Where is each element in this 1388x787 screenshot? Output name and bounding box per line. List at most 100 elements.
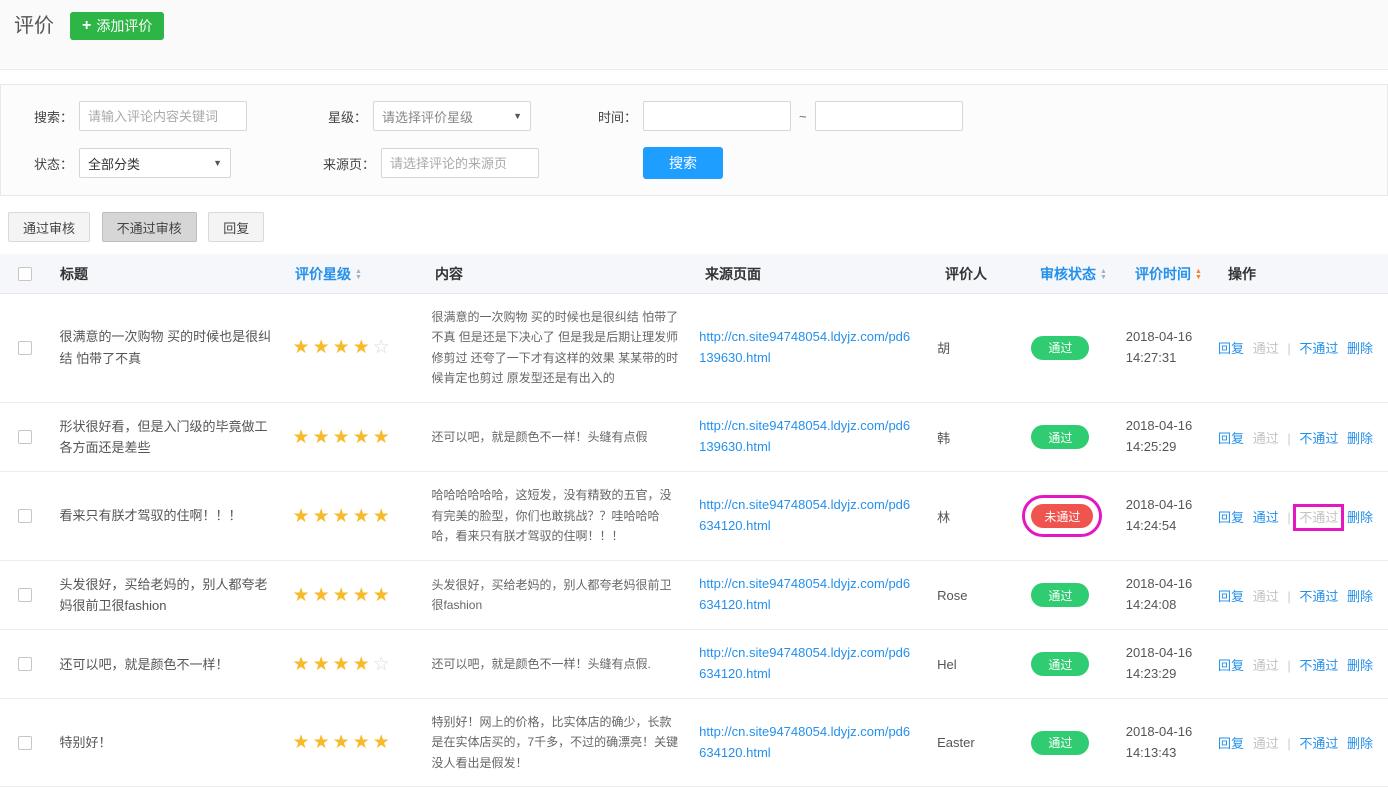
source-cell: http://cn.site94748054.ldyjz.com/pd66341…	[689, 495, 927, 537]
filter-panel: 搜索： 星级： 请选择评价星级 ▼ 时间： ~ 状态： 全部分类	[0, 84, 1388, 196]
header-status-label[interactable]: 审核状态	[1040, 266, 1096, 282]
header-stars-label[interactable]: 评价星级	[295, 266, 351, 282]
header-time-label[interactable]: 评价时间	[1135, 266, 1191, 282]
action-approve-link[interactable]: 通过	[1253, 341, 1279, 356]
add-review-button[interactable]: + 添加评价	[70, 12, 164, 40]
source-input[interactable]	[381, 148, 539, 178]
action-approve-link[interactable]: 通过	[1253, 658, 1279, 673]
time-start-input[interactable]	[643, 101, 791, 131]
source-page-link[interactable]: http://cn.site94748054.ldyjz.com/pd66341…	[699, 574, 917, 616]
review-title: 很满意的一次购物 买的时候也是很纠结 怕带了不真	[60, 329, 272, 365]
review-time: 2018-04-16 14:13:43	[1126, 722, 1198, 764]
action-reply-link[interactable]: 回复	[1218, 736, 1244, 751]
action-separator: |	[1287, 736, 1290, 751]
reviews-page: 评价 + 添加评价 搜索： 星级： 请选择评价星级 ▼ 时间： ~	[0, 0, 1388, 787]
star-filled-icon: ★	[333, 732, 350, 753]
action-approve-link[interactable]: 通过	[1253, 510, 1279, 525]
action-reject-link[interactable]: 不通过	[1299, 510, 1338, 525]
row-checkbox[interactable]	[18, 430, 32, 444]
source-page-link[interactable]: http://cn.site94748054.ldyjz.com/pd66341…	[699, 722, 917, 764]
status-filter-label: 状态：	[15, 154, 73, 173]
page-title: 评价	[14, 12, 54, 40]
review-time: 2018-04-16 14:27:31	[1126, 327, 1198, 369]
row-checkbox[interactable]	[18, 509, 32, 523]
star-filled-icon: ★	[293, 585, 310, 606]
row-checkbox-cell	[0, 341, 50, 355]
status-badge: 通过	[1031, 583, 1089, 607]
star-filled-icon: ★	[333, 585, 350, 606]
action-delete-link[interactable]: 删除	[1347, 736, 1373, 751]
action-reply-link[interactable]: 回复	[1218, 431, 1244, 446]
content-cell: 特别好！网上的价格，比实体店的确少，长款是在实体店买的，7千多，不过的确漂亮！关…	[421, 712, 689, 773]
action-reply-link[interactable]: 回复	[1218, 589, 1244, 604]
row-checkbox-cell	[0, 588, 50, 602]
action-approve-link[interactable]: 通过	[1253, 736, 1279, 751]
action-separator: |	[1287, 658, 1290, 673]
star-filled-icon: ★	[353, 337, 370, 358]
action-approve-link[interactable]: 通过	[1253, 431, 1279, 446]
bulk-approve-button[interactable]: 通过审核	[8, 212, 90, 242]
keyword-input[interactable]	[79, 101, 247, 131]
row-checkbox[interactable]	[18, 657, 32, 671]
actions-cell: 回复 通过 | 不通过 删除	[1208, 507, 1388, 526]
row-checkbox-cell	[0, 657, 50, 671]
actions-cell: 回复 通过 | 不通过 删除	[1208, 586, 1388, 605]
action-reject-link[interactable]: 不通过	[1299, 431, 1338, 446]
time-cell: 2018-04-16 14:27:31	[1116, 327, 1208, 369]
reviewer-name: 林	[937, 510, 950, 525]
sort-icon-time[interactable]: ▲▼	[1195, 269, 1202, 281]
action-delete-link[interactable]: 删除	[1347, 341, 1373, 356]
bulk-reject-button[interactable]: 不通过审核	[102, 212, 197, 242]
sort-icon-stars[interactable]: ▲▼	[355, 269, 362, 281]
star-filled-icon: ★	[313, 654, 330, 675]
action-reply-link[interactable]: 回复	[1218, 341, 1244, 356]
star-rating: ★★★★☆	[293, 658, 393, 673]
bulk-actions-bar: 通过审核 不通过审核 回复	[0, 196, 1388, 254]
star-filled-icon: ★	[353, 654, 370, 675]
status-badge: 通过	[1031, 336, 1089, 360]
select-all-checkbox[interactable]	[18, 267, 32, 281]
action-delete-link[interactable]: 删除	[1347, 589, 1373, 604]
source-page-link[interactable]: http://cn.site94748054.ldyjz.com/pd66341…	[699, 495, 917, 537]
action-reject-link[interactable]: 不通过	[1299, 658, 1338, 673]
source-page-link[interactable]: http://cn.site94748054.ldyjz.com/pd61396…	[699, 416, 917, 458]
star-filled-icon: ★	[373, 506, 390, 527]
content-cell: 头发很好，买给老妈的，别人都夸老妈很前卫很fashion	[421, 575, 689, 616]
action-reject-link[interactable]: 不通过	[1299, 736, 1338, 751]
review-time: 2018-04-16 14:25:29	[1126, 416, 1198, 458]
source-cell: http://cn.site94748054.ldyjz.com/pd66341…	[689, 643, 927, 685]
add-review-label: 添加评价	[96, 16, 152, 36]
star-filled-icon: ★	[333, 427, 350, 448]
action-delete-link[interactable]: 删除	[1347, 431, 1373, 446]
star-filled-icon: ★	[353, 427, 370, 448]
bulk-reply-button[interactable]: 回复	[208, 212, 264, 242]
action-approve-link[interactable]: 通过	[1253, 589, 1279, 604]
row-checkbox[interactable]	[18, 588, 32, 602]
review-title: 还可以吧，就是颜色不一样！	[60, 657, 229, 672]
time-end-input[interactable]	[815, 101, 963, 131]
action-reply-link[interactable]: 回复	[1218, 510, 1244, 525]
status-badge: 未通过	[1031, 504, 1093, 528]
action-delete-link[interactable]: 删除	[1347, 658, 1373, 673]
content-cell: 哈哈哈哈哈哈，这短发，没有精致的五官，没有完美的脸型，你们也敢挑战？？哇哈哈哈哈…	[421, 485, 689, 546]
star-filter-select[interactable]: 请选择评价星级 ▼	[373, 101, 531, 131]
source-page-link[interactable]: http://cn.site94748054.ldyjz.com/pd61396…	[699, 327, 917, 369]
review-table-row: 看来只有朕才驾驭的住啊！！！ ★★★★★ 哈哈哈哈哈哈，这短发，没有精致的五官，…	[0, 472, 1388, 560]
star-rating: ★★★★★	[293, 510, 393, 525]
row-checkbox[interactable]	[18, 341, 32, 355]
action-reject-link[interactable]: 不通过	[1299, 341, 1338, 356]
action-reject-link[interactable]: 不通过	[1299, 589, 1338, 604]
status-filter-select[interactable]: 全部分类 ▼	[79, 148, 231, 178]
action-reply-link[interactable]: 回复	[1218, 658, 1244, 673]
sort-icon-status[interactable]: ▲▼	[1100, 269, 1107, 281]
search-button[interactable]: 搜索	[643, 147, 723, 179]
title-cell: 很满意的一次购物 买的时候也是很纠结 怕带了不真	[50, 326, 283, 369]
star-filled-icon: ★	[293, 506, 310, 527]
action-delete-link[interactable]: 删除	[1347, 510, 1373, 525]
status-cell: 通过	[1021, 731, 1115, 755]
star-filled-icon: ★	[293, 427, 310, 448]
page-header: 评价 + 添加评价	[0, 0, 1388, 70]
review-title: 形状很好看，但是入门级的毕竟做工各方面还是差些	[60, 419, 268, 455]
source-page-link[interactable]: http://cn.site94748054.ldyjz.com/pd66341…	[699, 643, 917, 685]
star-filled-icon: ★	[313, 585, 330, 606]
